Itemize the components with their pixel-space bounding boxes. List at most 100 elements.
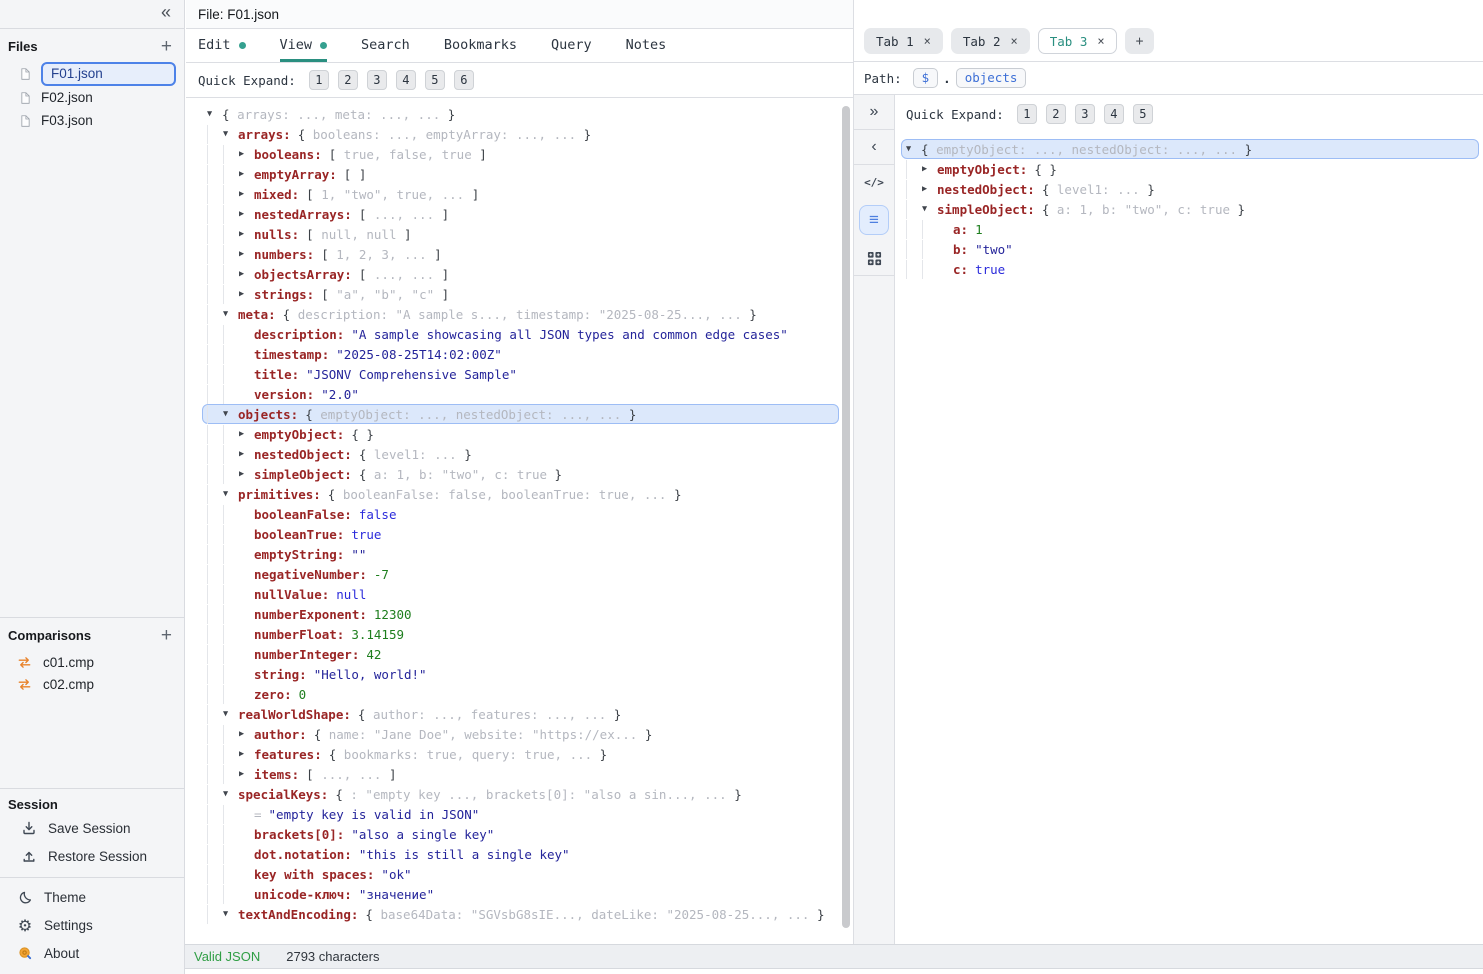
tree-row[interactable]: ="empty key is valid in JSON" <box>202 804 839 824</box>
right-tab-tab-2[interactable]: Tab 2× <box>951 28 1030 54</box>
tree-row[interactable]: negativeNumber:-7 <box>202 564 839 584</box>
tree-row[interactable]: ▶booleans:[ true, false, true ] <box>202 144 839 164</box>
expand-arrow-icon[interactable]: ▶ <box>239 245 254 264</box>
tab-edit[interactable]: Edit <box>198 37 246 62</box>
tab-bookmarks[interactable]: Bookmarks <box>444 37 517 62</box>
tree-row[interactable]: booleanTrue:true <box>202 524 839 544</box>
quick-expand-button-5[interactable]: 5 <box>1133 104 1153 124</box>
expand-arrow-icon[interactable]: ▶ <box>239 205 254 224</box>
close-tab-icon[interactable]: × <box>1011 34 1018 48</box>
menu-item-restore-session[interactable]: Restore Session <box>0 842 184 870</box>
collapse-arrow-icon[interactable]: ▼ <box>223 125 238 144</box>
tree-row[interactable]: ▼primitives:{ booleanFalse: false, boole… <box>202 484 839 504</box>
list-view-icon[interactable]: ≡ <box>859 205 889 235</box>
collapse-arrow-icon[interactable]: ▼ <box>922 200 937 219</box>
tab-notes[interactable]: Notes <box>626 37 667 62</box>
expand-arrow-icon[interactable]: ▶ <box>239 725 254 744</box>
tree-row[interactable]: ▶nestedObject:{ level1: ... } <box>202 444 839 464</box>
tree-row[interactable]: ▶nulls:[ null, null ] <box>202 224 839 244</box>
expand-arrow-icon[interactable]: ▶ <box>239 745 254 764</box>
menu-item-settings[interactable]: ⚙Settings <box>0 911 184 939</box>
tree-row[interactable]: ▶features:{ bookmarks: true, query: true… <box>202 744 839 764</box>
collapse-arrow-icon[interactable]: ▼ <box>223 485 238 504</box>
expand-arrow-icon[interactable]: ▶ <box>239 265 254 284</box>
expand-arrow-icon[interactable]: ▶ <box>239 185 254 204</box>
expand-arrow-icon[interactable]: ▶ <box>239 145 254 164</box>
tree-row[interactable]: version:"2.0" <box>202 384 839 404</box>
comparison-item[interactable]: c02.cmp <box>0 673 184 695</box>
tree-row[interactable]: ▶author:{ name: "Jane Doe", website: "ht… <box>202 724 839 744</box>
tree-row[interactable]: numberExponent:12300 <box>202 604 839 624</box>
expand-arrow-icon[interactable]: ▶ <box>922 180 937 199</box>
collapse-arrow-icon[interactable]: ▼ <box>223 905 238 924</box>
file-item[interactable]: F03.json <box>0 109 184 132</box>
quick-expand-button-5[interactable]: 5 <box>425 70 445 90</box>
expand-arrow-icon[interactable]: ▶ <box>239 765 254 784</box>
menu-item-save-session[interactable]: Save Session <box>0 814 184 842</box>
tree-row[interactable]: ▶emptyObject:{ } <box>202 424 839 444</box>
tree-row[interactable]: ▶strings:[ "a", "b", "c" ] <box>202 284 839 304</box>
collapse-arrow-icon[interactable]: ▼ <box>906 140 921 159</box>
tree-row[interactable]: ▼simpleObject:{ a: 1, b: "two", c: true … <box>901 199 1479 219</box>
collapse-arrow-icon[interactable]: ▼ <box>223 785 238 804</box>
tree-row[interactable]: ▼{ arrays: ..., meta: ..., ... } <box>202 104 839 124</box>
tree-row[interactable]: ▼objects:{ emptyObject: ..., nestedObjec… <box>202 404 839 424</box>
expand-arrow-icon[interactable]: ▶ <box>922 160 937 179</box>
expand-arrow-icon[interactable]: ▶ <box>239 465 254 484</box>
tree-row[interactable]: ▶numbers:[ 1, 2, 3, ... ] <box>202 244 839 264</box>
quick-expand-button-6[interactable]: 6 <box>454 70 474 90</box>
comparison-item[interactable]: c01.cmp <box>0 651 184 673</box>
quick-expand-button-2[interactable]: 2 <box>1046 104 1066 124</box>
tab-query[interactable]: Query <box>551 37 592 62</box>
tree-row[interactable]: booleanFalse:false <box>202 504 839 524</box>
tree-row[interactable]: ▶emptyObject:{ } <box>901 159 1479 179</box>
tree-row[interactable]: zero:0 <box>202 684 839 704</box>
quick-expand-button-4[interactable]: 4 <box>396 70 416 90</box>
expand-panel-icon[interactable]: » <box>854 95 894 129</box>
collapse-arrow-icon[interactable]: ▼ <box>223 705 238 724</box>
tree-row[interactable]: ▶nestedArrays:[ ..., ... ] <box>202 204 839 224</box>
tree-row[interactable]: brackets[0]:"also a single key" <box>202 824 839 844</box>
tree-row[interactable]: emptyString:"" <box>202 544 839 564</box>
path-chip[interactable]: objects <box>956 68 1027 88</box>
tree-row[interactable]: ▶simpleObject:{ a: 1, b: "two", c: true … <box>202 464 839 484</box>
right-tab-tab-3[interactable]: Tab 3× <box>1038 28 1117 54</box>
quick-expand-button-3[interactable]: 3 <box>367 70 387 90</box>
quick-expand-button-1[interactable]: 1 <box>1017 104 1037 124</box>
sidebar-collapse-icon[interactable]: « <box>161 2 171 23</box>
chevron-left-icon[interactable]: ‹ <box>854 130 894 164</box>
expand-arrow-icon[interactable]: ▶ <box>239 165 254 184</box>
tree-row[interactable]: unicode-ключ:"значение" <box>202 884 839 904</box>
tree-row[interactable]: c:true <box>901 259 1479 279</box>
tree-row[interactable]: ▶nestedObject:{ level1: ... } <box>901 179 1479 199</box>
tree-row[interactable]: ▶mixed:[ 1, "two", true, ... ] <box>202 184 839 204</box>
tree-row[interactable]: ▶emptyArray:[ ] <box>202 164 839 184</box>
tab-search[interactable]: Search <box>361 37 410 62</box>
expand-arrow-icon[interactable]: ▶ <box>239 225 254 244</box>
tree-row[interactable]: timestamp:"2025-08-25T14:02:00Z" <box>202 344 839 364</box>
quick-expand-button-3[interactable]: 3 <box>1075 104 1095 124</box>
vertical-scrollbar[interactable] <box>842 106 850 928</box>
tree-row[interactable]: ▼meta:{ description: "A sample s..., tim… <box>202 304 839 324</box>
tree-row[interactable]: numberFloat:3.14159 <box>202 624 839 644</box>
close-tab-icon[interactable]: × <box>924 34 931 48</box>
quick-expand-button-4[interactable]: 4 <box>1104 104 1124 124</box>
tree-row[interactable]: title:"JSONV Comprehensive Sample" <box>202 364 839 384</box>
collapse-arrow-icon[interactable]: ▼ <box>223 405 238 424</box>
expand-arrow-icon[interactable]: ▶ <box>239 285 254 304</box>
tree-row[interactable]: ▼arrays:{ booleans: ..., emptyArray: ...… <box>202 124 839 144</box>
tree-row[interactable]: nullValue:null <box>202 584 839 604</box>
tree-row[interactable]: ▼textAndEncoding:{ base64Data: "SGVsbG8s… <box>202 904 839 924</box>
tree-row[interactable]: dot.notation:"this is still a single key… <box>202 844 839 864</box>
tree-row[interactable]: ▼specialKeys:{ : "empty key ..., bracket… <box>202 784 839 804</box>
quick-expand-button-2[interactable]: 2 <box>338 70 358 90</box>
expand-arrow-icon[interactable]: ▶ <box>239 445 254 464</box>
file-item[interactable]: F01.json <box>0 62 184 86</box>
tree-row[interactable]: key with spaces:"ok" <box>202 864 839 884</box>
tree-row[interactable]: string:"Hello, world!" <box>202 664 839 684</box>
tree-row[interactable]: description:"A sample showcasing all JSO… <box>202 324 839 344</box>
tree-row[interactable]: ▶objectsArray:[ ..., ... ] <box>202 264 839 284</box>
grid-view-icon[interactable] <box>854 241 894 275</box>
menu-item-about[interactable]: About <box>0 939 184 967</box>
tab-view[interactable]: View <box>280 37 328 62</box>
